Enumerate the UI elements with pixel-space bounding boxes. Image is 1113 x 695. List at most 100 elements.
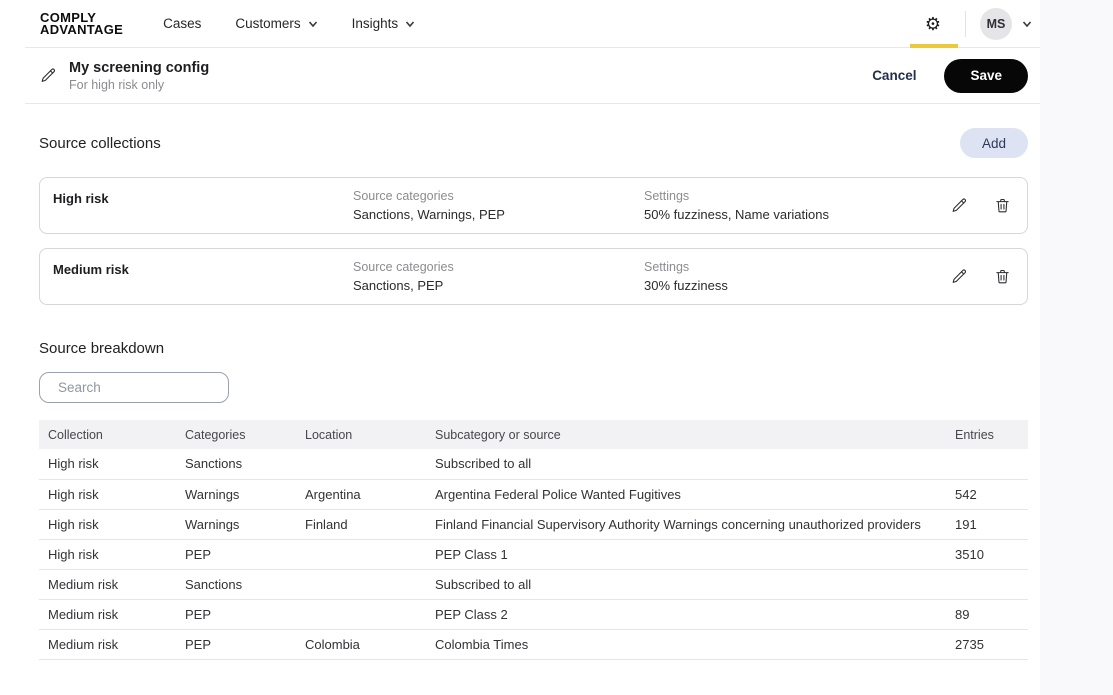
table-cell: Warnings [185,509,305,539]
table-cell: 2735 [955,629,1028,659]
page-subtitle: For high risk only [69,78,209,92]
trash-icon [994,268,1011,285]
pencil-icon [951,197,968,214]
table-cell: 191 [955,509,1028,539]
column-header: Collection [39,420,185,449]
cancel-button[interactable]: Cancel [872,68,916,83]
pencil-icon [40,67,57,84]
categories-label: Source categories [353,189,644,203]
nav-divider [965,11,966,37]
delete-collection-button[interactable] [994,197,1011,214]
table-cell [305,569,435,599]
column-header: Entries [955,420,1028,449]
search-input[interactable] [58,380,235,395]
nav-item-cases[interactable]: Cases [163,16,201,31]
nav-item-label: Cases [163,16,201,31]
source-breakdown-title: Source breakdown [39,340,1028,357]
categories-value: Sanctions, Warnings, PEP [353,207,644,222]
table-row: High riskWarningsArgentinaArgentina Fede… [39,479,1028,509]
header-actions: Cancel Save [872,59,1040,93]
logo-line-2: ADVANTAGE [40,24,123,36]
table-cell: Finland [305,509,435,539]
table-row: High riskSanctionsSubscribed to all [39,449,1028,479]
edit-collection-button[interactable] [951,268,968,285]
nav-item-customers[interactable]: Customers [235,16,317,31]
source-table-body: High riskSanctionsSubscribed to allHigh … [39,449,1028,659]
active-tab-underline [910,44,958,48]
table-cell: Argentina Federal Police Wanted Fugitive… [435,479,955,509]
add-collection-button[interactable]: Add [960,128,1028,158]
table-cell: Argentina [305,479,435,509]
table-cell: PEP Class 1 [435,539,955,569]
gear-icon: ⚙ [925,15,941,33]
source-collections-title: Source collections [39,135,161,152]
nav-item-label: Customers [235,16,300,31]
nav-right: ⚙ MS [907,0,1040,47]
top-navigation: COMPLY ADVANTAGE Cases Customers Insight… [25,0,1040,48]
table-cell: Medium risk [39,569,185,599]
avatar: MS [980,8,1012,40]
categories-label: Source categories [353,260,644,274]
table-row: Medium riskPEPColombiaColombia Times2735 [39,629,1028,659]
chevron-down-icon [1022,19,1032,29]
search-box[interactable] [39,372,229,403]
settings-value: 50% fuzziness, Name variations [644,207,951,222]
nav-links: Cases Customers Insights [163,16,415,31]
table-cell [955,449,1028,479]
table-cell [955,569,1028,599]
collection-cards: High risk Source categories Sanctions, W… [39,177,1028,305]
source-breakdown-table: CollectionCategoriesLocationSubcategory … [39,420,1028,660]
save-button[interactable]: Save [944,59,1028,93]
edit-title-button[interactable] [40,67,57,84]
edit-collection-button[interactable] [951,197,968,214]
collection-name: Medium risk [53,262,353,277]
delete-collection-button[interactable] [994,268,1011,285]
main-content: Source collections Add High risk Source … [0,104,1040,660]
title-stack: My screening config For high risk only [69,60,209,92]
table-cell: Medium risk [39,599,185,629]
settings-label: Settings [644,189,951,203]
table-row: High riskPEP PEP Class 13510 [39,539,1028,569]
nav-item-insights[interactable]: Insights [352,16,416,31]
comply-advantage-logo[interactable]: COMPLY ADVANTAGE [40,12,123,36]
collection-card-high-risk: High risk Source categories Sanctions, W… [39,177,1028,234]
table-cell: High risk [39,509,185,539]
collection-categories: Source categories Sanctions, Warnings, P… [353,189,644,222]
table-cell: Finland Financial Supervisory Authority … [435,509,955,539]
card-actions [951,268,1011,285]
table-cell: Colombia Times [435,629,955,659]
table-cell: Medium risk [39,629,185,659]
collection-settings: Settings 50% fuzziness, Name variations [644,189,951,222]
table-header-row: CollectionCategoriesLocationSubcategory … [39,420,1028,449]
trash-icon [994,197,1011,214]
column-header: Location [305,420,435,449]
table-cell: 3510 [955,539,1028,569]
table-cell: 89 [955,599,1028,629]
table-row: Medium riskSanctionsSubscribed to all [39,569,1028,599]
source-collections-header: Source collections Add [39,128,1028,158]
card-actions [951,197,1011,214]
chevron-down-icon [405,19,415,29]
table-row: Medium riskPEPPEP Class 289 [39,599,1028,629]
table-cell: PEP [185,539,305,569]
page-title: My screening config [69,60,209,76]
column-header: Subcategory or source [435,420,955,449]
pencil-icon [951,268,968,285]
table-cell: Sanctions [185,449,305,479]
app-window: COMPLY ADVANTAGE Cases Customers Insight… [0,0,1040,695]
user-menu[interactable]: MS [980,8,1040,40]
table-cell: 542 [955,479,1028,509]
table-row: High riskWarningsFinlandFinland Financia… [39,509,1028,539]
table-cell: PEP [185,599,305,629]
column-header: Categories [185,420,305,449]
table-cell [305,539,435,569]
table-cell: Warnings [185,479,305,509]
collection-card-medium-risk: Medium risk Source categories Sanctions,… [39,248,1028,305]
chevron-down-icon [308,19,318,29]
table-cell: High risk [39,539,185,569]
table-cell: Colombia [305,629,435,659]
table-cell: PEP [185,629,305,659]
table-cell: Subscribed to all [435,449,955,479]
settings-gear-button[interactable]: ⚙ [907,0,959,47]
collection-settings: Settings 30% fuzziness [644,260,951,293]
